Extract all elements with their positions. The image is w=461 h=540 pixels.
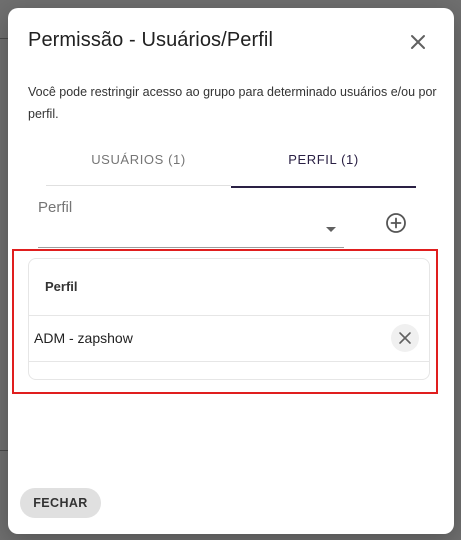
background-divider bbox=[0, 38, 8, 39]
permission-dialog: Permissão - Usuários/Perfil Você pode re… bbox=[8, 8, 454, 534]
close-icon bbox=[411, 35, 425, 49]
close-dialog-button[interactable]: FECHAR bbox=[20, 488, 101, 518]
close-button[interactable] bbox=[406, 30, 430, 54]
remove-profile-button[interactable] bbox=[391, 324, 419, 352]
table-header: Perfil bbox=[29, 259, 429, 316]
remove-icon bbox=[399, 332, 411, 344]
profile-select-label: Perfil bbox=[38, 199, 73, 216]
table-row: ADM - zapshow bbox=[29, 316, 429, 362]
add-profile-button[interactable] bbox=[384, 211, 408, 235]
dialog-title: Permissão - Usuários/Perfil bbox=[28, 29, 273, 51]
background-divider bbox=[0, 450, 8, 473]
profile-table: Perfil ADM - zapshow bbox=[28, 258, 430, 380]
tab-bar: USUÁRIOS (1) PERFIL (1) bbox=[46, 148, 416, 188]
tab-perfil[interactable]: PERFIL (1) bbox=[231, 148, 416, 188]
add-circle-icon bbox=[386, 213, 406, 233]
profile-name-cell: ADM - zapshow bbox=[34, 330, 133, 346]
profile-select[interactable]: Perfil bbox=[38, 199, 344, 248]
tab-usuarios[interactable]: USUÁRIOS (1) bbox=[46, 148, 231, 186]
column-header-perfil: Perfil bbox=[45, 279, 78, 294]
dropdown-arrow-icon bbox=[326, 227, 336, 232]
dialog-description: Você pode restringir acesso ao grupo par… bbox=[28, 85, 437, 121]
